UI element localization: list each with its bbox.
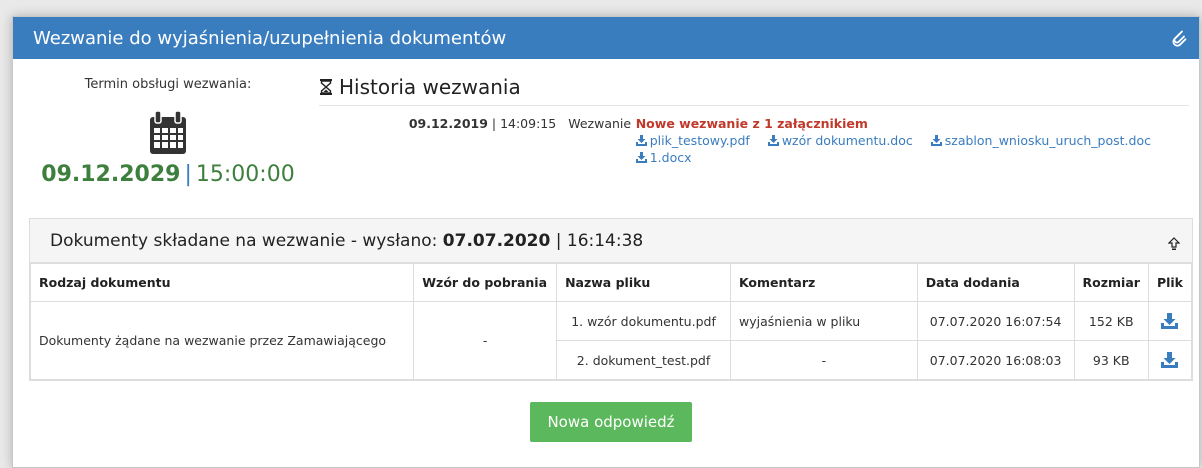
- documents-sent-date: 07.07.2020: [442, 230, 551, 251]
- column-header: Komentarz: [729, 263, 918, 302]
- deadline-label: Termin obsługi wezwania:: [84, 77, 252, 92]
- attachment-link[interactable]: szablon_wniosku_uruch_post.doc: [930, 133, 1151, 148]
- history-entry-datetime: 09.12.2019 | 14:09:15: [319, 116, 562, 166]
- history-entry: 09.12.2019 | 14:09:15 Wezwanie Nowe wezw…: [319, 116, 1195, 166]
- size-cell: 93 KB: [1073, 340, 1149, 380]
- collapse-icon[interactable]: [1168, 236, 1180, 251]
- deadline-separator: |: [184, 162, 192, 187]
- deadline-date: 09.12.2029: [41, 162, 181, 187]
- column-header: Nazwa pliku: [556, 263, 731, 302]
- attachment-link[interactable]: plik_testowy.pdf: [635, 133, 750, 148]
- document-type-cell: Dokumenty żądane na wezwanie przez Zamaw…: [29, 301, 415, 380]
- date-added-cell: 07.07.2020 16:07:54: [916, 301, 1075, 341]
- column-header: Rozmiar: [1073, 263, 1149, 302]
- documents-header: Dokumenty składane na wezwanie - wysłano…: [30, 219, 1192, 263]
- column-header: Data dodania: [916, 263, 1075, 302]
- download-icon: [635, 135, 647, 146]
- size-cell: 152 KB: [1073, 301, 1149, 341]
- download-icon[interactable]: [1161, 313, 1179, 329]
- download-icon[interactable]: [1161, 352, 1179, 368]
- history-entry-body: Nowe wezwanie z 1 załącznikiem plik_test…: [635, 116, 1195, 166]
- history-entry-type: Wezwanie: [568, 116, 632, 131]
- download-cell: [1147, 301, 1193, 341]
- table-header-row: Rodzaj dokumentu Wzór do pobrania Nazwa …: [29, 263, 1193, 302]
- file-name-cell: 1. wzór dokumentu.pdf: [556, 301, 731, 341]
- calendar-icon: [150, 110, 186, 154]
- column-header: Rodzaj dokumentu: [29, 263, 415, 302]
- documents-section: Dokumenty składane na wezwanie - wysłano…: [29, 218, 1193, 381]
- column-header: Wzór do pobrania: [413, 263, 558, 302]
- summons-panel: Wezwanie do wyjaśnienia/uzupełnienia dok…: [12, 16, 1200, 468]
- history-entry-headline: Nowe wezwanie z 1 załącznikiem: [635, 116, 868, 131]
- new-response-button[interactable]: Nowa odpowiedź: [530, 402, 692, 442]
- paperclip-icon[interactable]: [1171, 29, 1187, 47]
- history-entry-time: | 14:09:15: [487, 116, 557, 131]
- download-icon: [930, 135, 942, 146]
- deadline-block: Termin obsługi wezwania: 09.12.2029 | 15:0…: [33, 77, 303, 187]
- attachment-link[interactable]: wzór dokumentu.doc: [767, 133, 913, 148]
- comment-cell: wyjaśnienia w pliku: [729, 301, 918, 341]
- documents-table: Rodzaj dokumentu Wzór do pobrania Nazwa …: [29, 263, 1193, 380]
- deadline-value: 09.12.2029 | 15:00:00: [33, 162, 303, 187]
- hourglass-icon: [320, 79, 332, 95]
- comment-cell: -: [729, 340, 918, 380]
- history-title: Historia wezwania: [339, 75, 521, 99]
- attachment-link[interactable]: 1.docx: [635, 150, 692, 165]
- table-row: Dokumenty żądane na wezwanie przez Zamaw…: [29, 301, 1193, 380]
- column-header: Plik: [1147, 263, 1193, 302]
- file-name-cell: 2. dokument_test.pdf: [556, 340, 731, 380]
- documents-sent-time: | 16:14:38: [550, 230, 644, 251]
- history-entry-date: 09.12.2019: [408, 116, 488, 131]
- history-header: Historia wezwania: [319, 75, 1189, 106]
- download-icon: [635, 152, 647, 163]
- panel-title: Wezwanie do wyjaśnienia/uzupełnienia dok…: [33, 27, 507, 49]
- panel-header: Wezwanie do wyjaśnienia/uzupełnienia dok…: [13, 17, 1199, 59]
- history-attachments: plik_testowy.pdf wzór dokumentu.doc szab…: [635, 132, 1195, 166]
- deadline-time: 15:00:00: [195, 162, 295, 187]
- template-cell: -: [413, 301, 558, 380]
- history-section: Historia wezwania 09.12.2019 | 14:09:15 …: [319, 75, 1195, 166]
- documents-header-text: Dokumenty składane na wezwanie - wysłano…: [50, 230, 644, 251]
- date-added-cell: 07.07.2020 16:08:03: [916, 340, 1075, 380]
- download-cell: [1147, 340, 1193, 380]
- download-icon: [767, 135, 779, 146]
